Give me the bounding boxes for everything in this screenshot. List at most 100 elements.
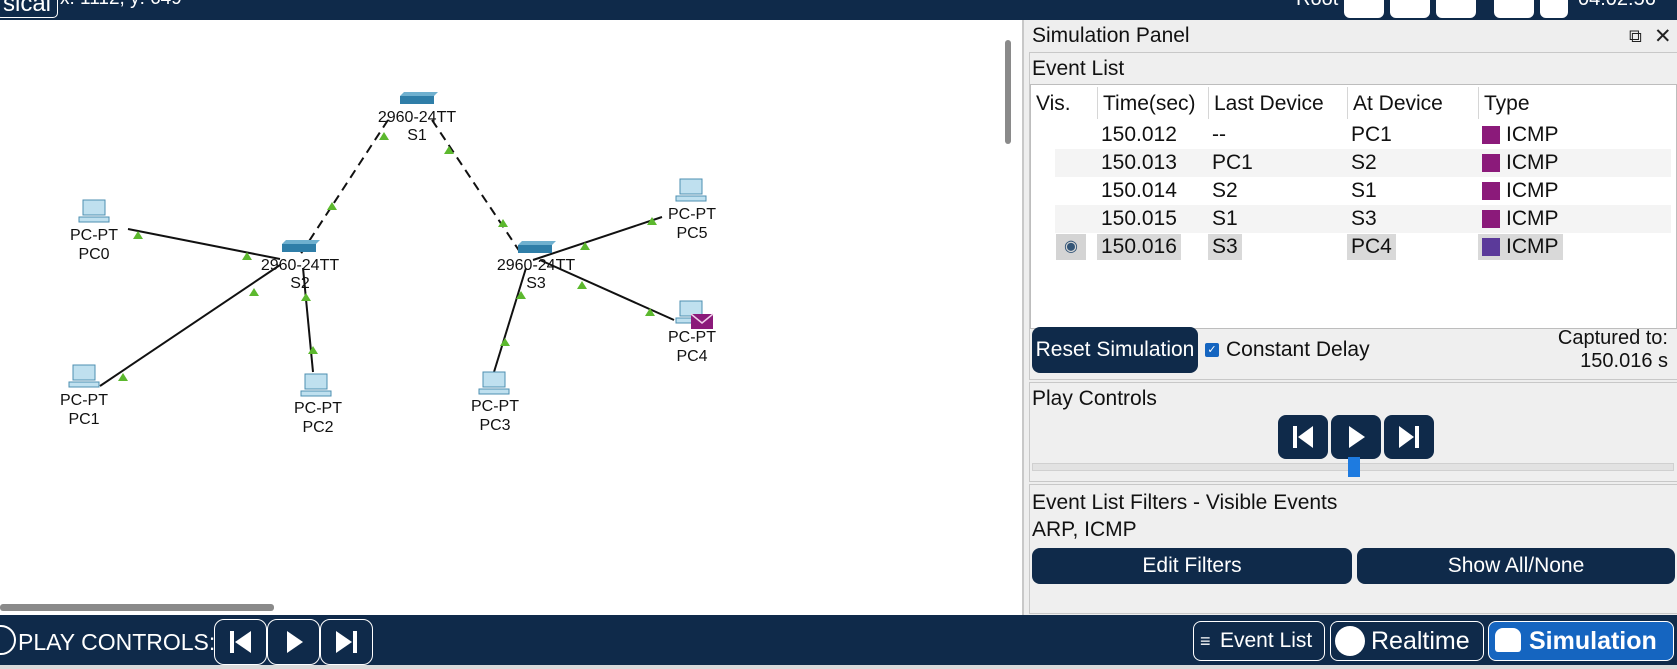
table-row[interactable]: 150.014 S2 S1 ICMP — [1055, 177, 1671, 205]
panel-title: Simulation Panel — [1032, 24, 1190, 47]
bottom-play-button[interactable] — [267, 619, 320, 665]
play-button[interactable] — [1331, 415, 1381, 459]
stopwatch-icon — [1495, 628, 1521, 652]
icmp-color-swatch — [1482, 238, 1500, 256]
skip-back-icon — [230, 631, 251, 653]
pc0-model-label: PC-PT — [70, 227, 118, 244]
step-forward-button[interactable] — [1384, 415, 1434, 459]
eye-icon[interactable]: ◉ — [1056, 234, 1086, 260]
top-toolbar: sical x: 1112, y: 649 Root 04:02:56 — [0, 0, 1677, 20]
s1-name-label: S1 — [407, 127, 427, 144]
at-device-cell: S3 — [1351, 207, 1377, 230]
event-list-toggle-button[interactable]: ≡ Event List — [1193, 621, 1325, 661]
pc5-model-label: PC-PT — [668, 206, 716, 223]
link-pc3-s3 — [493, 267, 527, 373]
time-cell: 150.014 — [1101, 179, 1177, 202]
pc4-model-label: PC-PT — [668, 329, 716, 346]
captured-to-value: 150.016 s — [1580, 350, 1668, 372]
link-pc0-s2 — [127, 228, 281, 260]
constant-delay-checkbox[interactable]: ✓ — [1205, 343, 1219, 357]
logical-workspace[interactable]: 2960-24TT S1 2960-24TT S2 2960-24TT S3 P… — [0, 20, 1000, 615]
background-image-button[interactable] — [1494, 0, 1534, 18]
col-time[interactable]: Time(sec) — [1103, 92, 1196, 116]
table-row[interactable]: 150.013 PC1 S2 ICMP — [1055, 149, 1671, 177]
reset-simulation-button[interactable]: Reset Simulation — [1032, 327, 1198, 373]
event-list-label: Event List — [1032, 57, 1125, 80]
cursor-coordinates: x: 1112, y: 649 — [60, 0, 182, 10]
pc-pc1-icon — [68, 364, 100, 388]
link-pc1-s2 — [99, 264, 281, 387]
list-icon: ≡ — [1200, 631, 1211, 651]
pc5-name-label: PC5 — [676, 225, 707, 242]
at-device-cell: S2 — [1351, 151, 1377, 174]
link-s1-s2 — [299, 119, 389, 256]
realtime-mode-button[interactable]: Realtime — [1330, 621, 1484, 661]
filters-label: Event List Filters - Visible Events — [1032, 491, 1338, 514]
bottom-step-forward-button[interactable] — [320, 619, 373, 665]
close-icon[interactable]: ✕ — [1654, 24, 1672, 49]
play-controls-label: Play Controls — [1032, 387, 1157, 410]
pdu-envelope-icon — [690, 313, 714, 329]
at-device-cell: PC4 — [1347, 234, 1396, 260]
time-cell: 150.015 — [1101, 207, 1177, 230]
play-controls-section: Play Controls — [1029, 382, 1677, 482]
at-device-cell: S1 — [1351, 179, 1377, 202]
event-filters-section: Event List Filters - Visible Events ARP,… — [1029, 484, 1677, 614]
event-list-section: Event List Vis. Time(sec) Last Device At… — [1029, 52, 1677, 380]
move-object-button[interactable] — [1436, 0, 1476, 18]
last-device-cell: PC1 — [1212, 151, 1253, 174]
pc2-model-label: PC-PT — [294, 400, 342, 417]
show-all-none-button[interactable]: Show All/None — [1357, 548, 1675, 584]
pc1-name-label: PC1 — [68, 411, 99, 428]
icmp-color-swatch — [1482, 154, 1500, 172]
captured-to-label: Captured to: — [1557, 327, 1668, 349]
last-device-cell: -- — [1212, 123, 1226, 146]
col-last-device[interactable]: Last Device — [1214, 92, 1324, 116]
simulation-mode-button[interactable]: Simulation — [1488, 621, 1674, 661]
col-at-device[interactable]: At Device — [1353, 92, 1443, 116]
table-row[interactable]: 150.012 -- PC1 ICMP — [1055, 121, 1671, 149]
physical-logical-toggle[interactable]: sical — [0, 0, 59, 18]
s3-model-label: 2960-24TT — [497, 257, 575, 274]
new-cluster-button[interactable] — [1390, 0, 1430, 18]
table-row[interactable]: 150.015 S1 S3 ICMP — [1055, 205, 1671, 233]
icmp-color-swatch — [1482, 126, 1500, 144]
icmp-color-swatch — [1482, 182, 1500, 200]
switch-s2-icon — [282, 240, 320, 252]
last-device-cell: S3 — [1208, 234, 1242, 260]
pc-pc2-icon — [300, 373, 332, 397]
bottom-step-back-button[interactable] — [214, 619, 267, 665]
power-cycle-icon[interactable] — [0, 625, 16, 655]
type-cell: ICMP — [1478, 150, 1563, 176]
port-status-indicators — [118, 132, 657, 381]
pc0-name-label: PC0 — [78, 246, 109, 263]
table-row-current[interactable]: ◉ 150.016 S3 PC4 ICMP — [1055, 233, 1671, 261]
event-table: Vis. Time(sec) Last Device At Device Typ… — [1030, 84, 1677, 329]
s3-name-label: S3 — [526, 275, 546, 292]
play-icon — [1349, 426, 1365, 448]
pc-pc5-icon — [675, 178, 707, 202]
event-list-toggle-label: Event List — [1220, 629, 1313, 652]
constant-delay-label: Constant Delay — [1226, 338, 1370, 361]
pc3-name-label: PC3 — [479, 417, 510, 434]
back-button[interactable] — [1344, 0, 1384, 18]
type-cell: ICMP — [1478, 122, 1563, 148]
clock-icon — [1335, 626, 1365, 656]
col-vis[interactable]: Vis. — [1036, 92, 1071, 116]
vertical-scrollbar[interactable] — [1005, 40, 1011, 144]
simulation-label: Simulation — [1529, 627, 1657, 655]
bottom-toolbar: PLAY CONTROLS: ≡ Event List Realtime Sim… — [0, 615, 1677, 669]
col-type[interactable]: Type — [1484, 92, 1530, 116]
globe-icon[interactable] — [1540, 0, 1568, 18]
time-cell: 150.012 — [1101, 123, 1177, 146]
step-back-button[interactable] — [1278, 415, 1328, 459]
edit-filters-button[interactable]: Edit Filters — [1032, 548, 1352, 584]
skip-forward-icon — [1399, 426, 1419, 448]
play-icon — [287, 631, 303, 653]
float-icon[interactable]: ⧉ — [1629, 26, 1642, 47]
icmp-color-swatch — [1482, 210, 1500, 228]
horizontal-scrollbar[interactable] — [0, 604, 274, 611]
slider-thumb[interactable] — [1348, 457, 1360, 477]
pc-pc3-icon — [478, 371, 510, 395]
last-device-cell: S1 — [1212, 207, 1238, 230]
